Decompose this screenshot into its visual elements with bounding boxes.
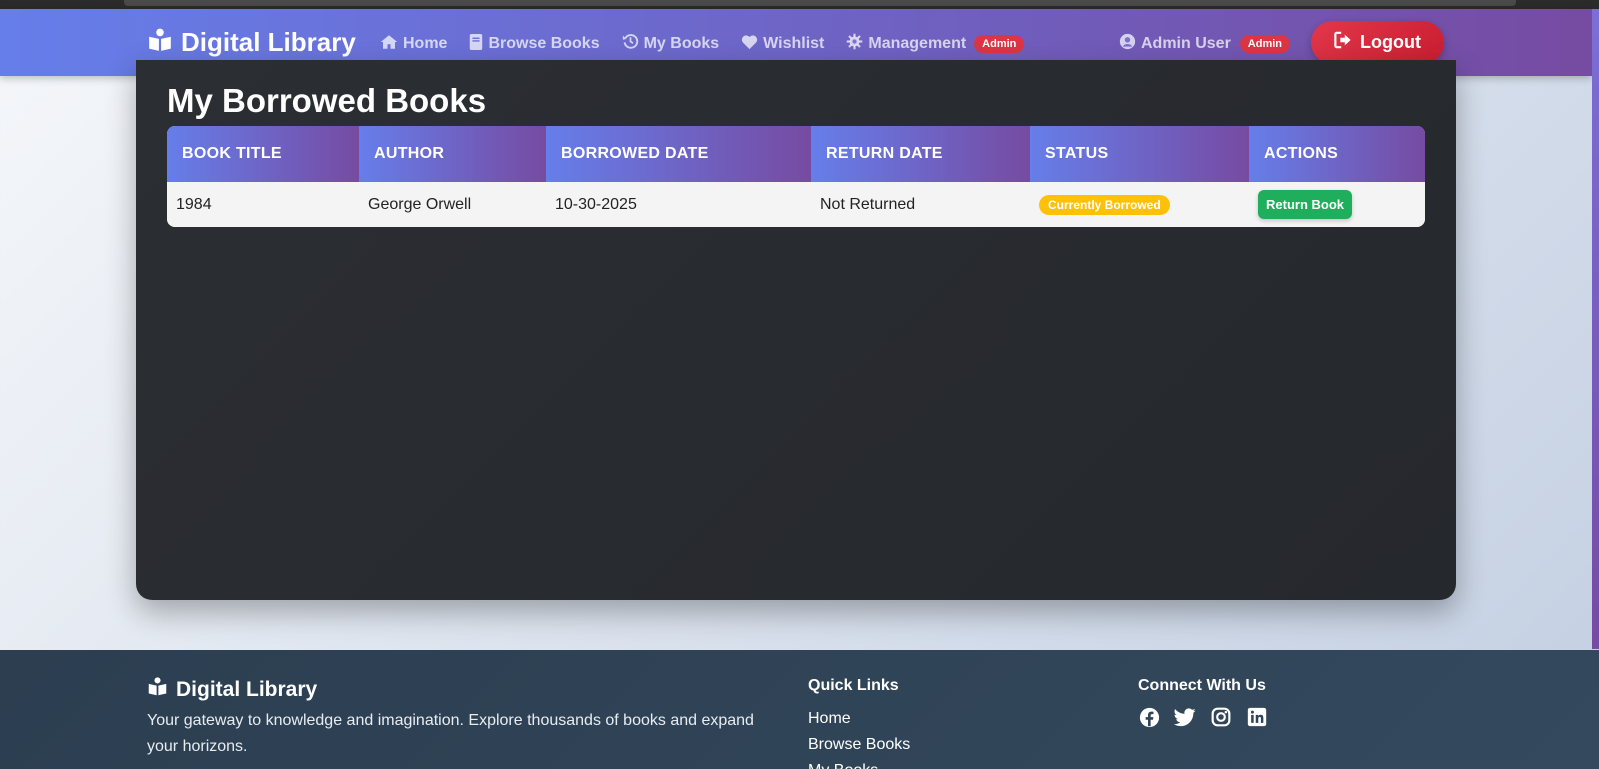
brand-title: Digital Library (181, 27, 356, 57)
user-name: Admin User (1141, 35, 1231, 52)
nav-browse-books-label: Browse Books (488, 35, 600, 52)
nav-home-label: Home (403, 35, 448, 52)
cell-author: George Orwell (368, 195, 472, 213)
col-borrowed-date: BORROWED DATE (546, 126, 811, 182)
cell-borrowed-date: 10-30-2025 (555, 195, 637, 213)
footer: Digital Library Your gateway to knowledg… (0, 650, 1599, 769)
logout-label: Logout (1360, 32, 1421, 52)
management-admin-badge: Admin (974, 35, 1025, 53)
user-menu[interactable]: Admin User Admin (1119, 33, 1291, 73)
footer-link-home[interactable]: Home (808, 706, 910, 732)
return-book-button[interactable]: Return Book (1258, 190, 1352, 219)
nav-my-books[interactable]: My Books (622, 33, 720, 55)
user-circle-icon (1119, 33, 1136, 55)
table-header: BOOK TITLE AUTHOR BORROWED DATE RETURN D… (167, 126, 1425, 182)
nav-links: Home Browse Books My Books Wishlist Mana… (380, 33, 1025, 74)
nav-management[interactable]: Management (846, 33, 967, 74)
book-icon (469, 33, 483, 55)
social-links (1138, 706, 1268, 728)
top-strip-bar (124, 0, 1516, 6)
borrowed-books-table: BOOK TITLE AUTHOR BORROWED DATE RETURN D… (167, 126, 1425, 227)
gear-icon (846, 33, 863, 55)
user-admin-badge: Admin (1239, 35, 1291, 53)
heart-icon (741, 34, 758, 55)
connect-title: Connect With Us (1138, 677, 1266, 694)
status-badge: Currently Borrowed (1039, 194, 1170, 215)
col-actions: ACTIONS (1249, 126, 1425, 182)
col-author: AUTHOR (359, 126, 546, 182)
brand-link[interactable]: Digital Library (147, 27, 356, 58)
nav-wishlist[interactable]: Wishlist (741, 34, 824, 55)
quick-links: Home Browse Books My Books (808, 706, 910, 769)
nav-browse-books[interactable]: Browse Books (469, 33, 600, 55)
reader-icon (147, 27, 173, 58)
footer-description: Your gateway to knowledge and imaginatio… (147, 712, 754, 755)
footer-brand: Digital Library (147, 676, 317, 703)
col-status: STATUS (1030, 126, 1249, 182)
logout-icon (1334, 31, 1352, 54)
footer-link-my-books[interactable]: My Books (808, 758, 910, 769)
cell-status: Currently Borrowed (1030, 194, 1249, 215)
facebook-icon[interactable] (1138, 706, 1160, 728)
col-return-date: RETURN DATE (811, 126, 1030, 182)
quick-links-title: Quick Links (808, 677, 899, 694)
browser-top-strip (0, 0, 1599, 9)
nav-management-label: Management (868, 35, 967, 52)
linkedin-icon[interactable] (1246, 706, 1268, 728)
logout-button[interactable]: Logout (1311, 21, 1444, 64)
cell-book-title: 1984 (176, 195, 212, 213)
cell-actions: Return Book (1249, 190, 1425, 219)
footer-brand-title: Digital Library (176, 677, 318, 701)
instagram-icon[interactable] (1210, 706, 1232, 728)
cell-return-date: Not Returned (820, 195, 916, 213)
nav-my-books-label: My Books (643, 35, 720, 52)
page-title: My Borrowed Books (167, 82, 487, 119)
nav-home[interactable]: Home (380, 34, 447, 55)
page-scrollbar[interactable] (1592, 9, 1599, 649)
twitter-icon[interactable] (1174, 706, 1196, 728)
home-icon (380, 34, 398, 55)
col-book-title: BOOK TITLE (167, 126, 359, 182)
history-icon (622, 33, 639, 55)
table-row: 1984 George Orwell 10-30-2025 Not Return… (167, 182, 1425, 227)
footer-link-browse-books[interactable]: Browse Books (808, 732, 910, 758)
nav-wishlist-label: Wishlist (763, 35, 825, 52)
reader-icon (147, 676, 168, 703)
